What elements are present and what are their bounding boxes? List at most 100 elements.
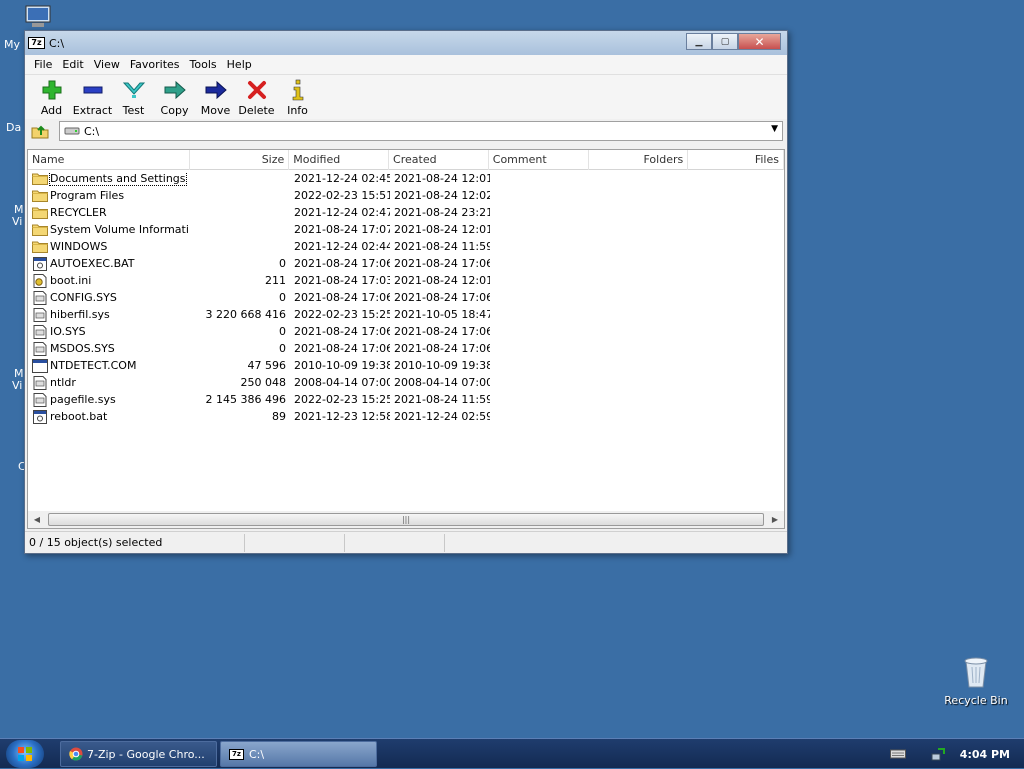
menu-tools[interactable]: Tools [185, 58, 222, 71]
row-name-cell: Program Files [28, 189, 190, 203]
row-modified: 2022-02-23 15:25 [294, 393, 390, 406]
table-row[interactable]: System Volume Informati... 2021-08-24 17:… [28, 221, 784, 238]
up-folder-button[interactable] [29, 121, 51, 141]
row-name-cell: NTDETECT.COM [28, 358, 190, 373]
status-segment-3 [345, 533, 445, 552]
menu-bar: File Edit View Favorites Tools Help [25, 55, 787, 75]
column-size[interactable]: Size [190, 150, 290, 170]
column-files[interactable]: Files [688, 150, 784, 170]
menu-help[interactable]: Help [222, 58, 257, 71]
row-created: 2021-08-24 11:59 [394, 393, 490, 406]
start-button[interactable] [6, 740, 44, 768]
row-name: Documents and Settings [49, 171, 187, 186]
table-row[interactable]: NTDETECT.COM 47 596 2010-10-09 19:38 2010-1… [28, 357, 784, 374]
row-name-cell: Documents and Settings [28, 171, 190, 186]
taskbar: 7-Zip - Google Chro... 7z C:\ 4:04 PM [0, 738, 1024, 768]
recycle-bin[interactable]: Recycle Bin [940, 655, 1012, 707]
table-row[interactable]: pagefile.sys 2 145 386 496 2022-02-23 15:2… [28, 391, 784, 408]
row-name: CONFIG.SYS [50, 291, 117, 304]
scroll-left-icon[interactable]: ◀ [28, 511, 46, 528]
column-comment[interactable]: Comment [489, 150, 589, 170]
recycle-bin-label: Recycle Bin [944, 694, 1008, 707]
row-size: 47 596 [247, 359, 287, 372]
row-modified: 2021-08-24 17:03 [294, 274, 390, 287]
test-button[interactable]: Test [113, 79, 154, 117]
table-row[interactable]: hiberfil.sys 3 220 668 416 2022-02-23 15:2… [28, 306, 784, 323]
menu-edit[interactable]: Edit [57, 58, 88, 71]
file-icon [32, 273, 48, 288]
close-button[interactable]: ✕ [738, 33, 781, 50]
row-created: 2021-08-24 11:59 [394, 240, 490, 253]
file-icon [32, 256, 48, 271]
move-button[interactable]: Move [195, 79, 236, 117]
table-row[interactable]: AUTOEXEC.BAT 0 2021-08-24 17:06 2021-08-24 … [28, 255, 784, 272]
row-created: 2021-08-24 17:06 [394, 291, 490, 304]
taskbar-item-7zip[interactable]: 7z C:\ [220, 741, 377, 767]
horizontal-scrollbar[interactable]: ◀ ||| ▶ [28, 511, 784, 528]
table-row[interactable]: Program Files 2022-02-23 15:51 2021-08-24 … [28, 187, 784, 204]
extract-button[interactable]: Extract [72, 79, 113, 117]
table-row[interactable]: ntldr 250 048 2008-04-14 07:00 2008-04-14 0… [28, 374, 784, 391]
row-created: 2021-10-05 18:47 [394, 308, 490, 321]
network-icon[interactable] [930, 746, 946, 762]
info-button[interactable]: Info [277, 79, 318, 117]
sevenzip-taskbar-icon: 7z [229, 748, 244, 760]
table-row[interactable]: boot.ini 211 2021-08-24 17:03 2021-08-24 12… [28, 272, 784, 289]
row-name-cell: pagefile.sys [28, 392, 190, 407]
sevenzip-window: 7z C:\ ▁ ▢ ✕ File Edit View Favorites To… [24, 30, 788, 554]
info-label: Info [287, 104, 308, 117]
file-icon [32, 358, 48, 373]
row-created: 2021-08-24 12:01 [394, 274, 490, 287]
row-modified: 2021-12-24 02:44 [294, 240, 390, 253]
row-name-cell: hiberfil.sys [28, 307, 190, 322]
row-name: WINDOWS [50, 240, 108, 253]
toolbar: Add Extract Test Copy Move Delete Info [25, 75, 787, 119]
address-text: C:\ [84, 124, 100, 138]
row-name: MSDOS.SYS [50, 342, 115, 355]
row-modified: 2021-08-24 17:06 [294, 325, 390, 338]
row-name-cell: reboot.bat [28, 409, 190, 424]
test-icon [122, 82, 145, 98]
keyboard-icon[interactable] [889, 749, 906, 759]
column-modified[interactable]: Modified [289, 150, 390, 170]
file-list[interactable]: Name Size Modified Created Comment Folde… [27, 149, 785, 529]
menu-view[interactable]: View [89, 58, 125, 71]
row-modified: 2021-08-24 17:06 [294, 257, 390, 270]
menu-file[interactable]: File [29, 58, 57, 71]
row-name: reboot.bat [50, 410, 108, 423]
table-row[interactable]: RECYCLER 2021-12-24 02:47 2021-08-24 23:21 [28, 204, 784, 221]
table-row[interactable]: CONFIG.SYS 0 2021-08-24 17:06 2021-08-24 17… [28, 289, 784, 306]
column-name[interactable]: Name [28, 150, 190, 170]
scroll-right-icon[interactable]: ▶ [766, 511, 784, 528]
title-bar[interactable]: 7z C:\ ▁ ▢ ✕ [25, 31, 787, 55]
add-button[interactable]: Add [31, 79, 72, 117]
maximize-icon: ▢ [720, 36, 730, 47]
folder-icon [32, 172, 48, 186]
menu-favorites[interactable]: Favorites [125, 58, 185, 71]
row-name-cell: WINDOWS [28, 240, 190, 254]
desktop-label-my: My [4, 38, 21, 51]
taskbar-item-7zip-label: C:\ [249, 747, 265, 761]
copy-button[interactable]: Copy [154, 79, 195, 117]
taskbar-clock[interactable]: 4:04 PM [960, 748, 1010, 761]
table-row[interactable]: MSDOS.SYS 0 2021-08-24 17:06 2021-08-24 17:… [28, 340, 784, 357]
table-row[interactable]: IO.SYS 0 2021-08-24 17:06 2021-08-24 17:06 [28, 323, 784, 340]
scroll-thumb[interactable]: ||| [48, 513, 764, 526]
column-folders[interactable]: Folders [589, 150, 689, 170]
file-icon [32, 341, 48, 356]
table-row[interactable]: WINDOWS 2021-12-24 02:44 2021-08-24 11:59 [28, 238, 784, 255]
row-size: 250 048 [240, 376, 287, 389]
table-row[interactable]: Documents and Settings 2021-12-24 02:45 20… [28, 170, 784, 187]
chevron-down-icon[interactable]: ▼ [771, 124, 778, 134]
row-size: 0 [279, 325, 286, 338]
delete-button[interactable]: Delete [236, 79, 277, 117]
row-name-cell: MSDOS.SYS [28, 341, 190, 356]
column-created[interactable]: Created [389, 150, 489, 170]
address-combobox[interactable]: C:\ ▼ [59, 121, 783, 141]
maximize-button[interactable]: ▢ [712, 33, 738, 50]
desktop-my-computer-icon[interactable] [22, 4, 54, 33]
up-folder-icon [31, 125, 49, 139]
minimize-button[interactable]: ▁ [686, 33, 712, 50]
table-row[interactable]: reboot.bat 89 2021-12-23 12:58 2021-12-24 0… [28, 408, 784, 425]
taskbar-item-chrome[interactable]: 7-Zip - Google Chro... [60, 741, 217, 767]
